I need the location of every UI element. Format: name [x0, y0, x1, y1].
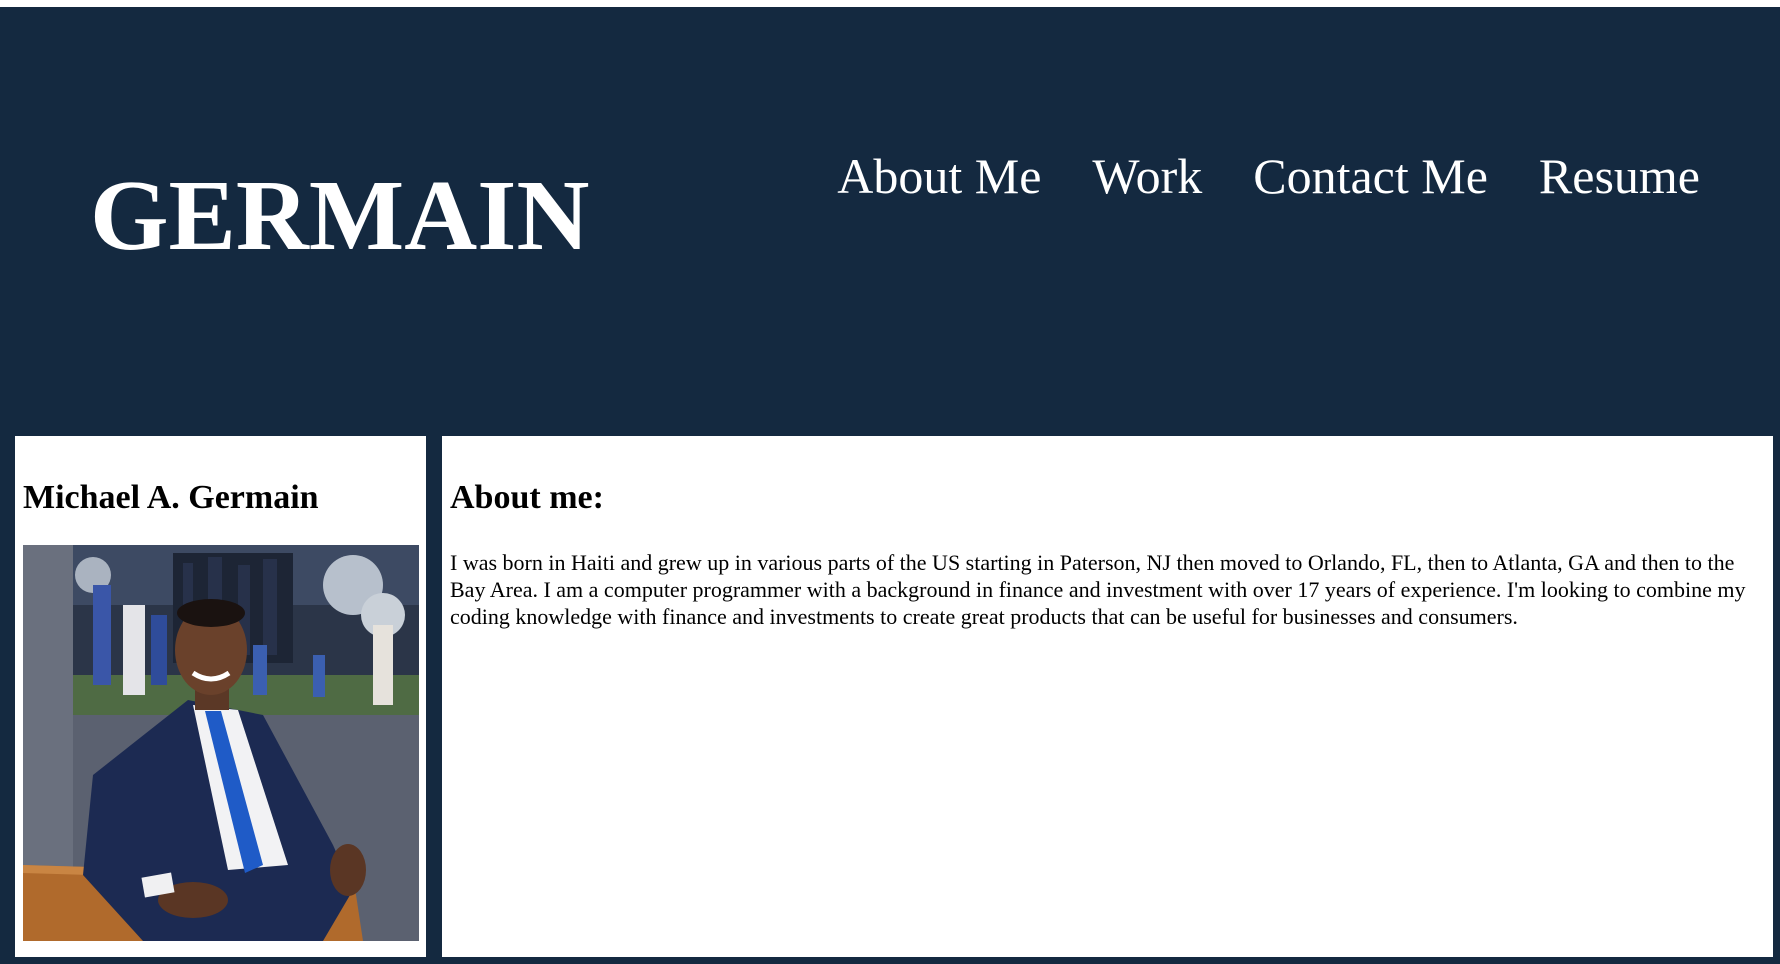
nav-about-me-link[interactable]: About Me [837, 151, 1041, 201]
profile-name: Michael A. Germain [23, 479, 319, 516]
about-body-text: I was born in Haiti and grew up in vario… [450, 550, 1746, 629]
portrait-photo-icon [23, 545, 419, 941]
main-nav: About Me Work Contact Me Resume [837, 151, 1700, 201]
nav-resume-link[interactable]: Resume [1539, 151, 1700, 201]
page: GERMAIN About Me Work Contact Me Resume … [0, 0, 1780, 964]
about-heading: About me: [450, 479, 604, 516]
brand-title: GERMAIN [90, 159, 590, 271]
about-card: About me: I was born in Haiti and grew u… [442, 436, 1773, 957]
nav-work-link[interactable]: Work [1092, 151, 1202, 201]
profile-photo [23, 545, 419, 941]
profile-card: Michael A. Germain [15, 436, 426, 957]
nav-contact-me-link[interactable]: Contact Me [1253, 151, 1488, 201]
